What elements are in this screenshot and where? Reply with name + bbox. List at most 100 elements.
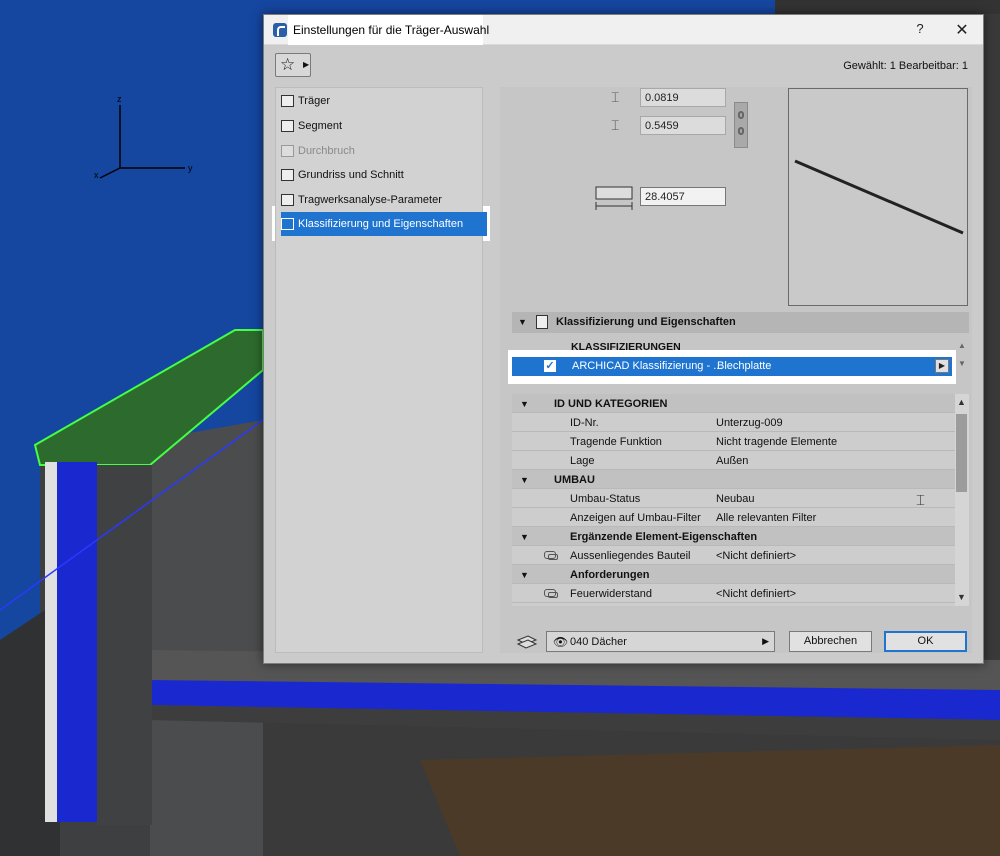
property-label: Lage xyxy=(570,455,595,467)
property-value[interactable]: <Nicht definiert> xyxy=(716,588,796,600)
caret-right-icon: ▶ xyxy=(303,60,310,69)
axis-z-label: z xyxy=(117,94,122,104)
classification-picker-button[interactable]: ▶ xyxy=(935,359,949,373)
properties-table: ▼ ID UND KATEGORIEN ID-Nr. Unterzug-009 … xyxy=(512,394,955,606)
star-icon: ☆ xyxy=(280,55,296,74)
nav-item-label: Segment xyxy=(298,120,343,132)
renovation-filter-icon[interactable]: ⌶ xyxy=(916,492,932,509)
scroll-thumb[interactable] xyxy=(956,414,967,492)
length-field[interactable]: 28.4057 xyxy=(640,187,726,206)
nav-item-label: Durchbruch xyxy=(298,145,355,157)
table-row[interactable]: Lage Außen xyxy=(512,451,955,470)
nav-item-label: Grundriss und Schnitt xyxy=(298,169,404,181)
link-icon xyxy=(544,551,558,560)
classification-icon xyxy=(536,315,548,329)
property-value[interactable]: Nicht tragende Elemente xyxy=(716,436,837,448)
axis-x-label: x xyxy=(94,170,99,180)
group-label: Anforderungen xyxy=(570,569,650,581)
table-row[interactable]: ID-Nr. Unterzug-009 xyxy=(512,413,955,432)
dialog-title: Einstellungen für die Träger-Auswahl xyxy=(293,23,490,37)
collapse-icon: ▼ xyxy=(518,317,527,327)
property-value[interactable]: Alle relevanten Filter xyxy=(716,512,816,524)
group-row[interactable]: ▼ UMBAU xyxy=(512,470,955,489)
collapse-icon: ▼ xyxy=(520,570,529,580)
favorites-button[interactable]: ☆ ▶ xyxy=(275,53,311,77)
property-label: Umbau-Status xyxy=(570,493,641,505)
width-dimension-icon: ⌶ xyxy=(611,89,620,105)
nav-item-traeger[interactable]: Träger xyxy=(276,89,482,114)
layer-name: 040 Dächer xyxy=(570,636,627,648)
property-label: Aussenliegendes Bauteil xyxy=(570,550,691,562)
scroll-up-icon[interactable]: ▲ xyxy=(957,397,966,407)
segment-icon xyxy=(281,120,294,132)
property-value[interactable]: Unterzug-009 xyxy=(716,417,783,429)
archicad-app-icon xyxy=(273,23,287,37)
chain-icon xyxy=(738,111,744,119)
group-row[interactable]: ▼ Ergänzende Element-Eigenschaften xyxy=(512,527,955,546)
beam-icon xyxy=(281,95,294,107)
group-row[interactable]: ▼ Anforderungen xyxy=(512,565,955,584)
table-row[interactable]: Anzeigen auf Umbau-Filter Alle relevante… xyxy=(512,508,955,527)
nav-item-grundriss[interactable]: Grundriss und Schnitt xyxy=(276,163,482,188)
classification-value: Blechplatte xyxy=(717,360,772,372)
cancel-button[interactable]: Abbrechen xyxy=(789,631,872,652)
beam-preview xyxy=(788,88,968,306)
property-value[interactable]: Neubau xyxy=(716,493,755,505)
selection-info: Gewählt: 1 Bearbeitbar: 1 xyxy=(843,60,968,72)
classification-icon xyxy=(281,218,294,230)
group-label: UMBAU xyxy=(554,474,595,486)
title-bar[interactable]: Einstellungen für die Träger-Auswahl ? ✕ xyxy=(264,15,983,45)
nav-item-segment[interactable]: Segment xyxy=(276,114,482,139)
property-label: Tragende Funktion xyxy=(570,436,662,448)
group-label: ID UND KATEGORIEN xyxy=(554,398,668,410)
link-dimensions-button[interactable] xyxy=(734,102,748,148)
settings-dialog: Einstellungen für die Träger-Auswahl ? ✕… xyxy=(263,14,984,664)
collapse-icon: ▼ xyxy=(520,475,529,485)
scroll-down-icon[interactable]: ▼ xyxy=(957,592,966,602)
nav-item-label: Träger xyxy=(298,95,330,107)
classification-row[interactable]: ✓ ARCHICAD Klassifizierung - ... Blechpl… xyxy=(512,357,952,376)
eye-icon: 👁 xyxy=(553,635,569,649)
property-value[interactable]: Außen xyxy=(716,455,748,467)
table-row[interactable]: Tragende Funktion Nicht tragende Element… xyxy=(512,432,955,451)
group-row[interactable]: ▼ ID UND KATEGORIEN xyxy=(512,394,955,413)
close-button[interactable]: ✕ xyxy=(952,20,972,40)
hole-icon xyxy=(281,145,294,157)
layer-select[interactable]: 👁 040 Dächer ▶ xyxy=(546,631,775,652)
chain-icon xyxy=(738,127,744,135)
link-icon xyxy=(544,589,558,598)
beam-preview-drawing xyxy=(794,159,964,235)
axis-y-label: y xyxy=(188,163,193,173)
length-dimension-icon xyxy=(595,186,633,210)
collapse-icon: ▼ xyxy=(520,532,529,542)
layers-icon xyxy=(516,635,538,649)
properties-scrollbar[interactable]: ▲ ▼ xyxy=(955,394,969,606)
classification-scroll[interactable]: ▲ ▼ xyxy=(958,341,967,377)
height-field[interactable]: 0.5459 xyxy=(640,116,726,135)
caret-right-icon: ▶ xyxy=(762,636,769,646)
property-value[interactable]: <Nicht definiert> xyxy=(716,550,796,562)
nav-item-klassifizierung[interactable]: Klassifizierung und Eigenschaften xyxy=(281,212,487,236)
nav-item-label: Tragwerksanalyse-Parameter xyxy=(298,194,442,206)
table-row[interactable]: Feuerwiderstand <Nicht definiert> xyxy=(512,584,955,603)
nav-item-tragwerk[interactable]: Tragwerksanalyse-Parameter xyxy=(276,188,482,213)
section-title: Klassifizierung und Eigenschaften xyxy=(556,316,736,328)
group-label: Ergänzende Element-Eigenschaften xyxy=(570,531,758,543)
table-row[interactable]: Umbau-Status Neubau xyxy=(512,489,955,508)
table-row[interactable]: Aussenliegendes Bauteil <Nicht definiert… xyxy=(512,546,955,565)
height-dimension-icon: ⌶ xyxy=(611,117,620,133)
property-label: Anzeigen auf Umbau-Filter xyxy=(570,512,701,524)
property-label: Feuerwiderstand xyxy=(570,588,652,600)
classification-section-header[interactable]: ▼ Klassifizierung und Eigenschaften xyxy=(512,312,969,333)
property-label: ID-Nr. xyxy=(570,417,599,429)
floorplan-icon xyxy=(281,169,294,181)
width-field[interactable]: 0.0819 xyxy=(640,88,726,107)
collapse-icon: ▼ xyxy=(520,399,529,409)
classification-checkbox[interactable]: ✓ xyxy=(544,360,556,372)
structural-icon xyxy=(281,194,294,206)
ok-button[interactable]: OK xyxy=(884,631,967,652)
nav-item-durchbruch: Durchbruch xyxy=(276,139,482,164)
help-button[interactable]: ? xyxy=(910,21,930,39)
settings-nav: Träger Segment Durchbruch Grundriss und … xyxy=(275,87,487,653)
nav-item-label: Klassifizierung und Eigenschaften xyxy=(298,218,464,230)
